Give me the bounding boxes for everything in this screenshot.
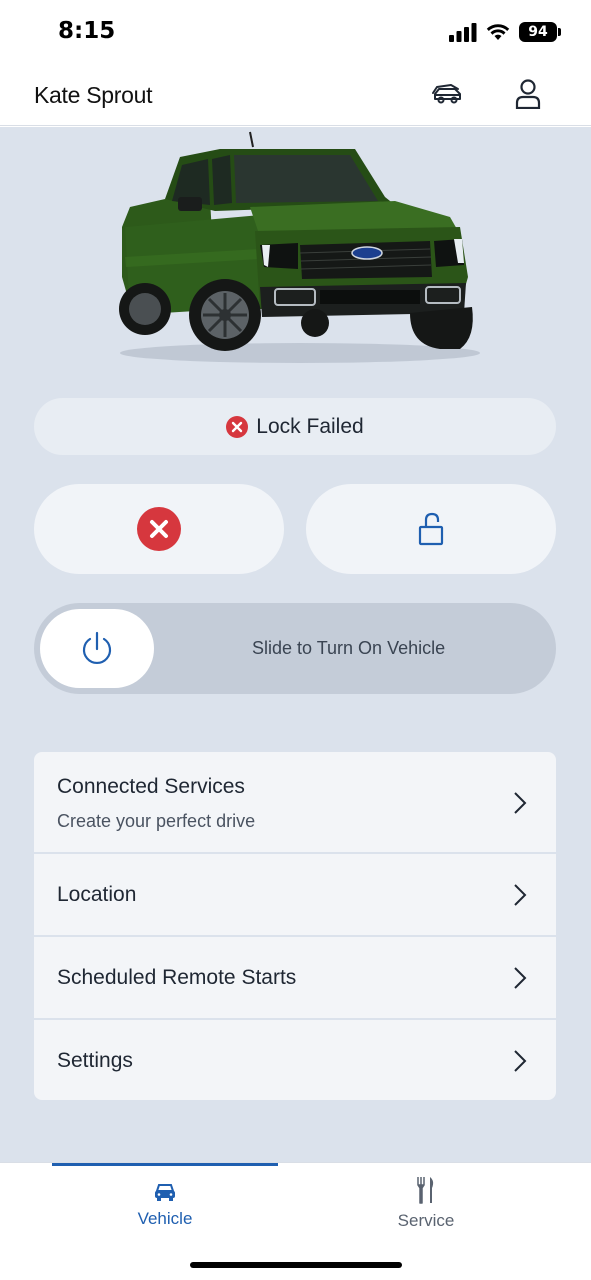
signal-icon xyxy=(449,23,477,42)
menu-item-title: Settings xyxy=(57,1049,133,1072)
slider-label: Slide to Turn On Vehicle xyxy=(252,638,446,658)
slider-thumb[interactable] xyxy=(40,609,154,688)
app-header: Kate Sprout xyxy=(0,64,591,126)
chevron-right-icon xyxy=(514,1050,527,1072)
tab-label: Service xyxy=(397,1211,455,1230)
vehicle-dashboard: Lock Failed Slide to Turn On Vehicle Con… xyxy=(0,127,591,1162)
menu-item-settings[interactable]: Settings xyxy=(34,1020,556,1100)
vehicles-icon xyxy=(432,84,461,104)
unlock-icon xyxy=(418,512,444,546)
remote-start-slider[interactable]: Slide to Turn On Vehicle xyxy=(34,603,556,694)
vehicles-button[interactable] xyxy=(428,78,468,112)
menu-item-title: Location xyxy=(57,883,137,906)
chevron-right-icon xyxy=(514,884,527,906)
lock-status-banner: Lock Failed xyxy=(34,398,556,455)
status-bar: 8:15 94 xyxy=(0,0,591,64)
profile-icon xyxy=(515,79,541,109)
menu-item-connected-services[interactable]: Connected Services Create your perfect d… xyxy=(34,752,556,854)
menu-item-title: Scheduled Remote Starts xyxy=(57,966,297,989)
car-icon xyxy=(155,1184,175,1201)
menu-item-location[interactable]: Location xyxy=(34,854,556,937)
menu-item-title: Connected Services xyxy=(57,775,245,798)
status-time: 8:15 xyxy=(58,18,116,44)
chevron-right-icon xyxy=(514,967,527,989)
home-indicator xyxy=(190,1262,402,1268)
tab-service[interactable]: Service xyxy=(326,1173,526,1233)
menu-item-subtitle: Create your perfect drive xyxy=(57,811,256,831)
vehicle-menu: Connected Services Create your perfect d… xyxy=(34,752,556,1100)
lock-button[interactable] xyxy=(34,484,284,574)
unlock-button[interactable] xyxy=(306,484,556,574)
chevron-right-icon xyxy=(514,792,527,814)
tab-label: Vehicle xyxy=(137,1209,193,1228)
error-x-icon xyxy=(137,507,181,551)
power-icon xyxy=(82,631,112,664)
wifi-icon xyxy=(486,24,510,40)
error-icon xyxy=(226,415,249,438)
profile-button[interactable] xyxy=(508,76,548,112)
menu-item-scheduled-remote-starts[interactable]: Scheduled Remote Starts xyxy=(34,937,556,1020)
vehicle-image xyxy=(119,131,480,363)
active-tab-indicator xyxy=(52,1163,278,1166)
account-name: Kate Sprout xyxy=(34,82,153,108)
tab-vehicle[interactable]: Vehicle xyxy=(65,1173,265,1233)
tools-icon xyxy=(417,1177,434,1204)
battery-icon: 94 xyxy=(519,22,561,42)
status-icons: 94 xyxy=(449,20,561,44)
lock-status-text: Lock Failed xyxy=(256,414,364,438)
